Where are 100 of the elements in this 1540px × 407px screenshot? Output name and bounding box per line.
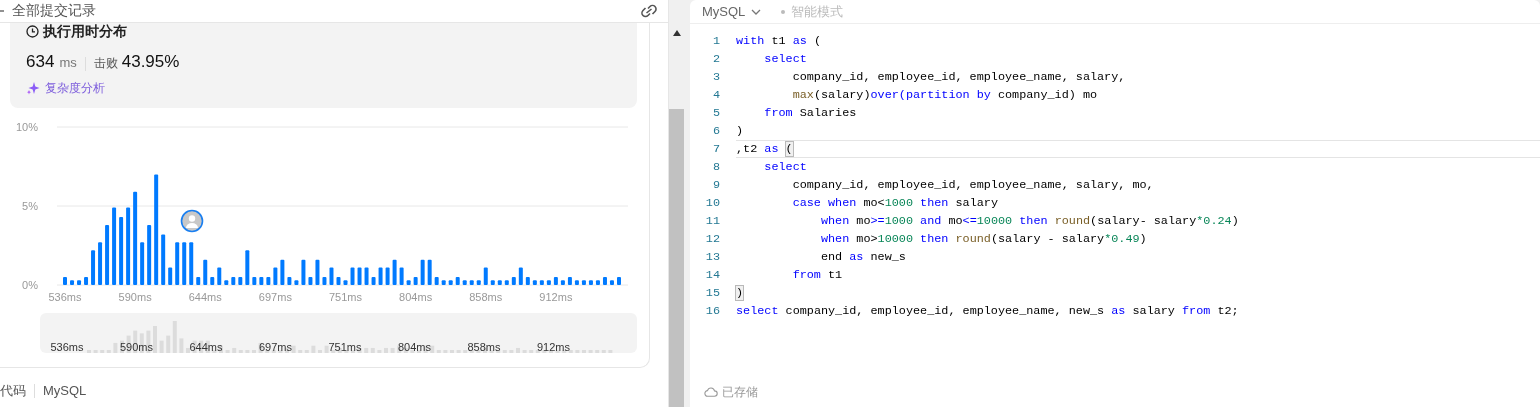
overview-tick-label: 536ms — [50, 340, 84, 353]
histogram-bar — [518, 267, 523, 285]
code-line: from t1 — [791, 267, 844, 284]
histogram-bar — [203, 259, 208, 285]
cloud-icon — [704, 387, 718, 397]
histogram-bar — [343, 280, 348, 285]
histogram-bar — [77, 280, 82, 285]
histogram-bar — [273, 267, 278, 285]
histogram-bar — [196, 277, 201, 285]
code-line: company_id, employee_id, employee_name, salary, — [791, 69, 1127, 86]
line-number: 2 — [711, 52, 720, 66]
histogram-bar — [364, 267, 369, 285]
histogram-bar — [462, 280, 467, 285]
histogram-bar — [350, 267, 355, 285]
histogram-bar — [259, 277, 264, 285]
scroll-thumb[interactable] — [669, 109, 684, 407]
code-line: end as new_s — [819, 249, 907, 266]
histogram-bar — [322, 277, 327, 285]
histogram-bar — [266, 277, 271, 285]
line-number: 7 — [711, 142, 720, 156]
histogram-bar — [168, 267, 173, 285]
histogram-bar — [567, 277, 572, 285]
histogram-bar — [610, 280, 614, 285]
y-tick-label: 5% — [22, 199, 38, 212]
histogram-bar — [378, 267, 383, 285]
scroll-up-icon[interactable] — [672, 30, 681, 36]
x-tick-label: 536ms — [48, 290, 82, 303]
code-line: when mo>=1000 and mo<=10000 then round(salary- salary*0.24) — [819, 213, 1240, 230]
histogram-bar — [231, 277, 236, 285]
language-label: MySQL — [43, 383, 87, 399]
code-line: ,t2 as ( — [736, 140, 1540, 158]
overview-tick-label: 858ms — [467, 340, 501, 353]
histogram-bar — [294, 280, 299, 285]
histogram-bar — [224, 280, 229, 285]
code-line: ) — [736, 123, 745, 140]
histogram-bar — [91, 250, 96, 285]
histogram-bar — [595, 280, 600, 285]
line-number: 16 — [704, 304, 720, 318]
histogram-bar — [539, 280, 544, 285]
histogram-bar — [385, 267, 390, 285]
histogram-bar — [392, 259, 397, 285]
histogram-bar — [483, 267, 488, 285]
histogram-bar — [497, 280, 502, 285]
line-number: 6 — [711, 124, 720, 138]
code-line: select company_id, employee_id, employee_name, new_s as salary from t2; — [736, 303, 1240, 320]
page-title: 全部提交记录 — [12, 1, 97, 20]
histogram-bar — [357, 267, 362, 285]
histogram-bar — [147, 224, 152, 285]
histogram-bar — [175, 242, 180, 285]
link-icon[interactable] — [640, 3, 658, 18]
code-line: case when mo<1000 then salary — [791, 195, 999, 212]
code-line: from Salaries — [763, 105, 858, 122]
code-tab[interactable]: 代码 — [0, 381, 26, 400]
histogram-bar — [217, 267, 222, 285]
runtime-unit: ms — [59, 54, 77, 70]
histogram-bar — [455, 277, 460, 285]
histogram-bar — [490, 280, 495, 285]
avatar-icon — [180, 209, 204, 233]
histogram-bar — [427, 259, 432, 285]
overview-tick-label: 644ms — [189, 340, 223, 353]
histogram-bar — [560, 280, 565, 285]
histogram-bar — [189, 242, 194, 285]
code-line: select — [763, 159, 808, 176]
save-status: 已存储 — [722, 383, 758, 401]
clock-icon — [26, 25, 39, 39]
x-tick-label: 644ms — [188, 290, 222, 303]
chevron-down-icon[interactable] — [751, 8, 762, 15]
histogram-bar — [63, 277, 67, 285]
histogram-bar — [182, 242, 187, 285]
line-number: 12 — [704, 232, 720, 246]
histogram-bar — [469, 280, 474, 285]
line-number: 3 — [711, 70, 720, 84]
sparkle-icon — [26, 81, 40, 96]
x-tick-label: 912ms — [539, 290, 573, 303]
beat-label: 击败 — [93, 54, 118, 72]
histogram-bar — [504, 280, 509, 285]
histogram-bar — [84, 277, 89, 285]
histogram-bar — [371, 277, 376, 285]
scrollbar[interactable] — [668, 0, 684, 407]
complexity-analysis-link[interactable]: 复杂度分析 — [45, 79, 105, 97]
histogram-bar — [448, 280, 453, 285]
x-tick-label: 858ms — [469, 290, 503, 303]
histogram-bar — [301, 259, 306, 285]
line-number: 15 — [704, 286, 720, 300]
histogram-bar — [336, 277, 341, 285]
overview-tick-label: 804ms — [398, 340, 431, 353]
histogram-bar — [434, 277, 439, 285]
dot-icon — [781, 9, 786, 14]
histogram-bar — [406, 280, 411, 285]
histogram-bar — [210, 277, 215, 285]
language-dropdown[interactable]: MySQL — [702, 4, 746, 19]
overview-tick-label: 590ms — [120, 340, 153, 353]
histogram-bar — [308, 277, 313, 285]
line-number: 13 — [704, 250, 720, 264]
overview-tick-label: 751ms — [328, 340, 362, 353]
code-line: max(salary)over(partition by company_id) mo — [791, 87, 1099, 104]
y-tick-label: 0% — [22, 278, 38, 291]
x-tick-label: 697ms — [258, 290, 292, 303]
y-tick-label: 10% — [15, 120, 38, 133]
histogram-bar — [420, 259, 425, 285]
